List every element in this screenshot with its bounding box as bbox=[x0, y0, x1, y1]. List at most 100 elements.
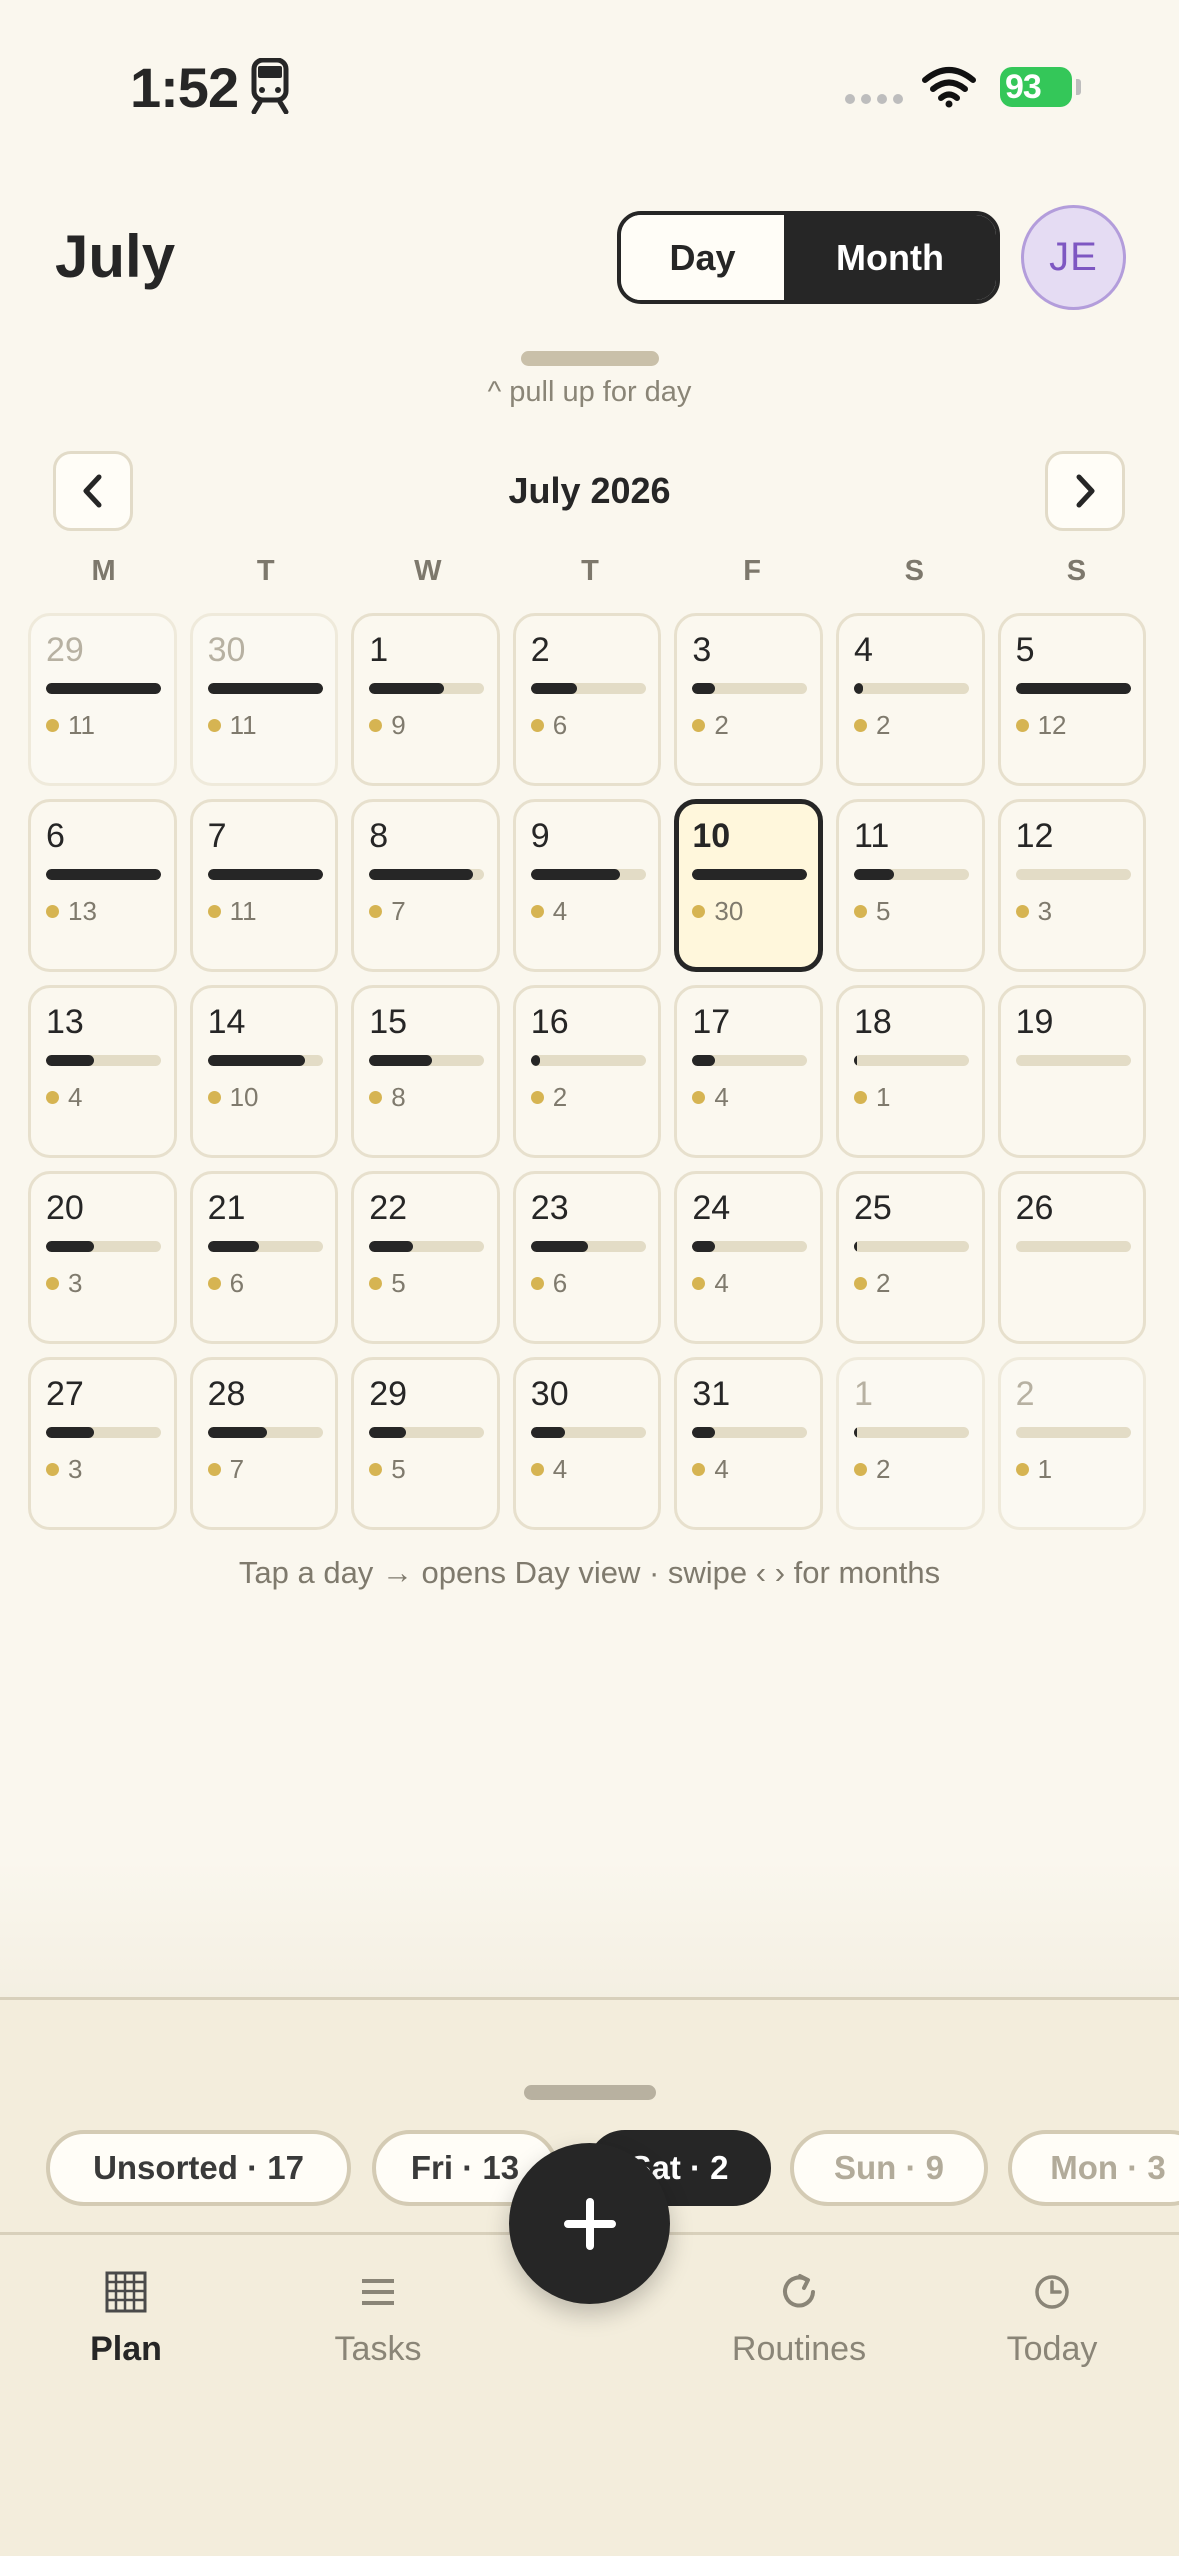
day-cell[interactable]: 94 bbox=[512, 799, 662, 972]
day-cell[interactable]: 13 4 bbox=[28, 985, 177, 1158]
day-cell[interactable]: 7 11 bbox=[189, 799, 339, 972]
day-cell[interactable]: 30 4 bbox=[512, 1357, 662, 1530]
day-progress-fill bbox=[46, 1427, 95, 1438]
day-number: 30 bbox=[207, 631, 246, 669]
task-count: 7 bbox=[207, 1454, 244, 1485]
day-cell-selected[interactable]: 10 30 bbox=[674, 799, 823, 972]
day-progress-fill bbox=[46, 1241, 95, 1252]
clock-icon bbox=[952, 2262, 1152, 2322]
day-number: 11 bbox=[853, 817, 890, 855]
day-number: 5 bbox=[1015, 631, 1035, 669]
task-dot-icon bbox=[46, 1277, 59, 1290]
day-progress-fill bbox=[692, 1241, 716, 1252]
navigation-hint: Tap a day → opens Day view · swipe ‹ › f… bbox=[238, 1555, 941, 1590]
day-cell[interactable]: 29 11 bbox=[28, 613, 177, 786]
tab-plan[interactable]: Plan bbox=[26, 2262, 226, 2369]
day-number: 8 bbox=[369, 817, 389, 855]
task-dot-icon bbox=[369, 1277, 383, 1290]
day-number: 30 bbox=[530, 1375, 569, 1413]
day-cell[interactable]: 31 4 bbox=[674, 1357, 823, 1530]
day-progress-fill bbox=[853, 1241, 858, 1252]
task-dot-icon bbox=[853, 905, 867, 918]
day-progress-bar bbox=[46, 1055, 161, 1066]
day-cell[interactable]: 42 bbox=[835, 613, 985, 786]
tab-tasks[interactable]: Tasks bbox=[278, 2262, 478, 2369]
day-cell[interactable]: 17 4 bbox=[674, 985, 823, 1158]
day-progress-bar bbox=[853, 1427, 969, 1438]
avatar[interactable]: JE bbox=[1021, 205, 1126, 310]
day-cell[interactable]: 12 3 bbox=[997, 799, 1147, 972]
day-cell[interactable]: 21 bbox=[997, 1357, 1147, 1530]
day-number: 10 bbox=[692, 817, 731, 855]
task-count-value: 2 bbox=[552, 1082, 568, 1112]
day-progress-bar bbox=[692, 1055, 808, 1066]
day-cell[interactable]: 32 bbox=[674, 613, 823, 786]
add-button[interactable] bbox=[509, 2143, 670, 2304]
day-cell[interactable]: 20 3 bbox=[28, 1171, 177, 1344]
day-cell[interactable]: 19 bbox=[997, 985, 1147, 1158]
pull-handle[interactable] bbox=[521, 351, 659, 366]
day-cell[interactable]: 24 4 bbox=[674, 1171, 823, 1344]
day-cell[interactable]: 28 7 bbox=[189, 1357, 339, 1530]
day-view-button[interactable]: Day bbox=[621, 215, 784, 300]
list-icon bbox=[278, 2262, 478, 2322]
day-cell[interactable]: 29 5 bbox=[351, 1357, 500, 1530]
day-cell[interactable]: 15 8 bbox=[351, 985, 500, 1158]
day-progress-bar bbox=[46, 1241, 161, 1252]
task-dot-icon bbox=[530, 1277, 544, 1290]
day-cell[interactable]: 12 bbox=[835, 1357, 985, 1530]
task-count-value: 13 bbox=[68, 896, 97, 926]
day-number: 2 bbox=[1015, 1375, 1035, 1413]
chip-mon[interactable]: Mon · 3 bbox=[1008, 2130, 1179, 2206]
day-number: 23 bbox=[530, 1189, 569, 1227]
month-view-button[interactable]: Month bbox=[784, 215, 996, 300]
weekday-header: M T W T F S S bbox=[28, 555, 1152, 588]
day-cell[interactable]: 14 10 bbox=[189, 985, 339, 1158]
task-count: 2 bbox=[853, 710, 890, 741]
day-progress-bar bbox=[46, 869, 161, 880]
day-cell[interactable]: 16 2 bbox=[512, 985, 662, 1158]
task-count: 10 bbox=[207, 1082, 259, 1113]
day-cell[interactable]: 19 bbox=[351, 613, 500, 786]
task-count-value: 4 bbox=[714, 1082, 729, 1112]
task-count-value: 1 bbox=[1037, 1454, 1053, 1484]
day-cell[interactable]: 5 12 bbox=[997, 613, 1147, 786]
chip-unsorted[interactable]: Unsorted · 17 bbox=[46, 2130, 351, 2206]
day-cell[interactable]: 23 6 bbox=[512, 1171, 662, 1344]
day-cell[interactable]: 11 5 bbox=[835, 799, 985, 972]
day-progress-fill bbox=[369, 683, 444, 694]
day-cell[interactable]: 87 bbox=[351, 799, 500, 972]
task-count-value: 9 bbox=[391, 710, 406, 740]
task-count: 2 bbox=[530, 1082, 568, 1113]
day-number: 1 bbox=[369, 631, 389, 669]
day-progress-fill bbox=[853, 683, 864, 694]
task-dot-icon bbox=[207, 1091, 221, 1104]
task-count-value: 4 bbox=[552, 1454, 568, 1484]
day-cell[interactable]: 30 11 bbox=[189, 613, 339, 786]
day-cell[interactable]: 22 5 bbox=[351, 1171, 500, 1344]
tab-today[interactable]: Today bbox=[952, 2262, 1152, 2369]
sheet-handle[interactable] bbox=[524, 2085, 656, 2100]
task-count-value: 4 bbox=[552, 896, 568, 926]
day-cell[interactable]: 27 3 bbox=[28, 1357, 177, 1530]
train-icon bbox=[251, 58, 289, 114]
day-cell[interactable]: 26 bbox=[512, 613, 662, 786]
chip-sun[interactable]: Sun · 9 bbox=[790, 2130, 988, 2206]
day-progress-fill bbox=[853, 1055, 858, 1066]
task-dot-icon bbox=[46, 905, 59, 918]
task-dot-icon bbox=[853, 1091, 867, 1104]
task-dot-icon bbox=[1015, 905, 1029, 918]
day-progress-fill bbox=[369, 1427, 406, 1438]
tab-routines[interactable]: Routines bbox=[699, 2262, 899, 2369]
day-progress-bar bbox=[853, 683, 969, 694]
day-cell[interactable]: 21 6 bbox=[189, 1171, 339, 1344]
day-cell[interactable]: 6 13 bbox=[28, 799, 177, 972]
day-number: 2 bbox=[530, 631, 550, 669]
day-cell[interactable]: 18 1 bbox=[835, 985, 985, 1158]
day-cell[interactable]: 25 2 bbox=[835, 1171, 985, 1344]
task-count-value: 2 bbox=[875, 1268, 891, 1298]
chevron-right-icon bbox=[1076, 474, 1095, 508]
day-cell[interactable]: 26 bbox=[997, 1171, 1147, 1344]
task-count-value: 5 bbox=[391, 1268, 406, 1298]
next-month-button[interactable] bbox=[1045, 451, 1125, 531]
